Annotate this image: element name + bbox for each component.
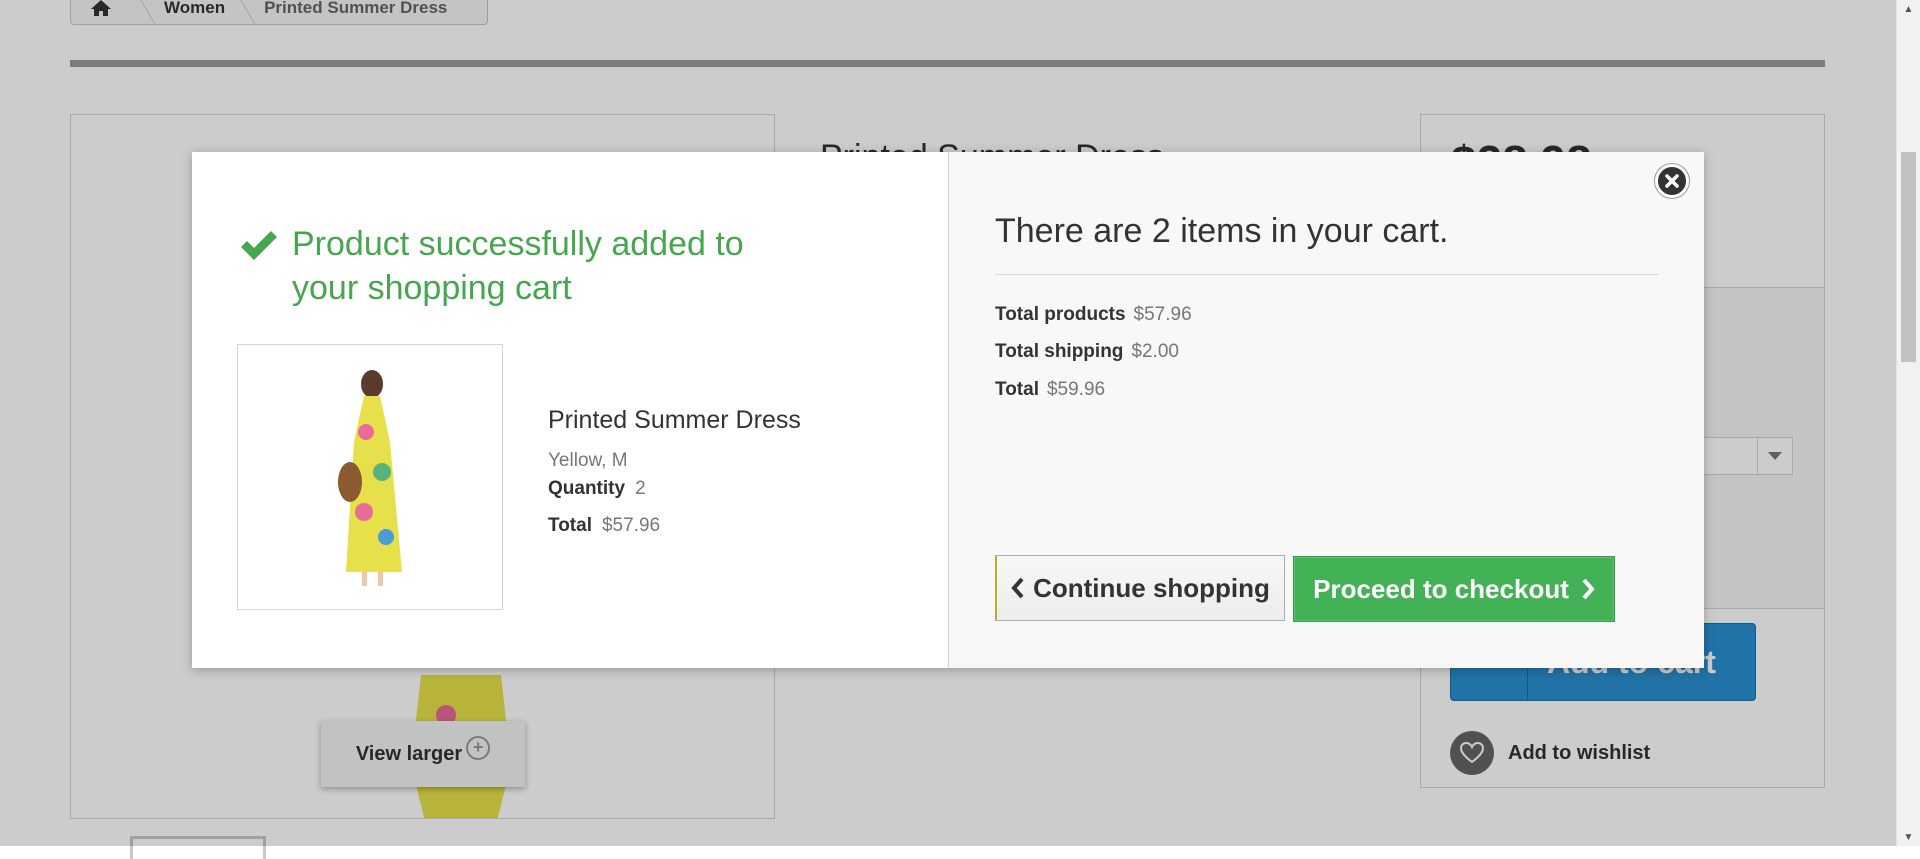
cart-total-row: Total $59.96 (995, 379, 1105, 401)
proceed-to-checkout-label: Proceed to checkout (1313, 573, 1569, 604)
cart-total-value: $59.96 (1046, 379, 1106, 400)
modal-product-panel: Product successfully added to your shopp… (192, 152, 948, 668)
scroll-down-arrow-icon[interactable]: ▼ (1897, 828, 1920, 846)
quantity-value: 2 (635, 478, 646, 499)
total-products-row: Total products $57.96 (995, 304, 1192, 326)
dress-model-image (338, 370, 402, 586)
modal-cart-summary-panel: There are 2 items in your cart. Total pr… (948, 152, 1704, 668)
add-to-cart-modal: Product successfully added to your shopp… (192, 152, 1704, 668)
close-icon (1665, 174, 1679, 188)
quantity-label: Quantity (548, 478, 626, 499)
product-total-value: $57.96 (601, 515, 661, 536)
cart-product-attributes: Yellow, M (548, 450, 628, 471)
chevron-left-icon (1011, 577, 1025, 599)
proceed-to-checkout-button[interactable]: Proceed to checkout (1293, 556, 1615, 622)
page-scrollbar[interactable]: ▲ ▼ (1896, 0, 1920, 846)
scrollbar-thumb[interactable] (1901, 152, 1916, 362)
cart-items-heading: There are 2 items in your cart. (995, 212, 1449, 250)
total-products-label: Total products (995, 304, 1126, 325)
scroll-up-arrow-icon[interactable]: ▲ (1897, 0, 1920, 18)
total-shipping-value: $2.00 (1131, 341, 1179, 362)
cart-product-quantity: Quantity 2 (548, 478, 646, 500)
summary-divider (995, 274, 1659, 275)
success-message: Product successfully added to your shopp… (238, 222, 812, 310)
chevron-right-icon (1581, 578, 1595, 600)
checkmark-icon (241, 231, 277, 260)
total-products-value: $57.96 (1133, 304, 1192, 325)
cart-product-total: Total $57.96 (548, 515, 660, 537)
product-total-label: Total (548, 515, 592, 536)
continue-shopping-label: Continue shopping (1033, 572, 1270, 603)
success-message-text: Product successfully added to your shopp… (292, 225, 744, 307)
continue-shopping-button[interactable]: Continue shopping (995, 555, 1285, 621)
cart-product-image (237, 344, 503, 610)
total-shipping-label: Total shipping (995, 341, 1124, 362)
cart-product-name: Printed Summer Dress (548, 406, 801, 434)
cart-total-label: Total (995, 379, 1039, 400)
total-shipping-row: Total shipping $2.00 (995, 341, 1179, 363)
close-modal-button[interactable] (1655, 164, 1689, 198)
